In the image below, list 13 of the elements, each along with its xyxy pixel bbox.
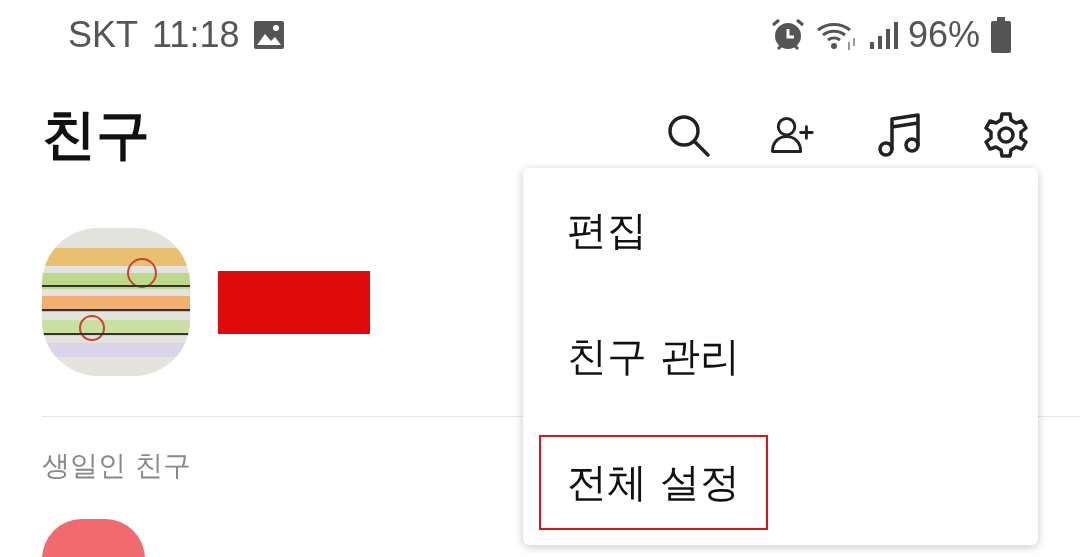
menu-item[interactable]: 전체 설정 [539,434,768,530]
menu-item[interactable]: 편집 [539,183,675,279]
battery-text: 96% [907,14,980,56]
section-title: 생일인 친구 [42,448,191,484]
battery-icon [990,17,1012,53]
menu-item[interactable]: 친구 관리 [539,309,768,404]
signal-icon [867,20,898,50]
clock-text: 11:18 [152,14,240,56]
image-icon [253,20,286,50]
carrier-text: SKT [68,14,138,56]
alarm-icon [769,17,806,53]
settings-icon[interactable] [982,111,1030,159]
page-title: 친구 [42,101,150,168]
